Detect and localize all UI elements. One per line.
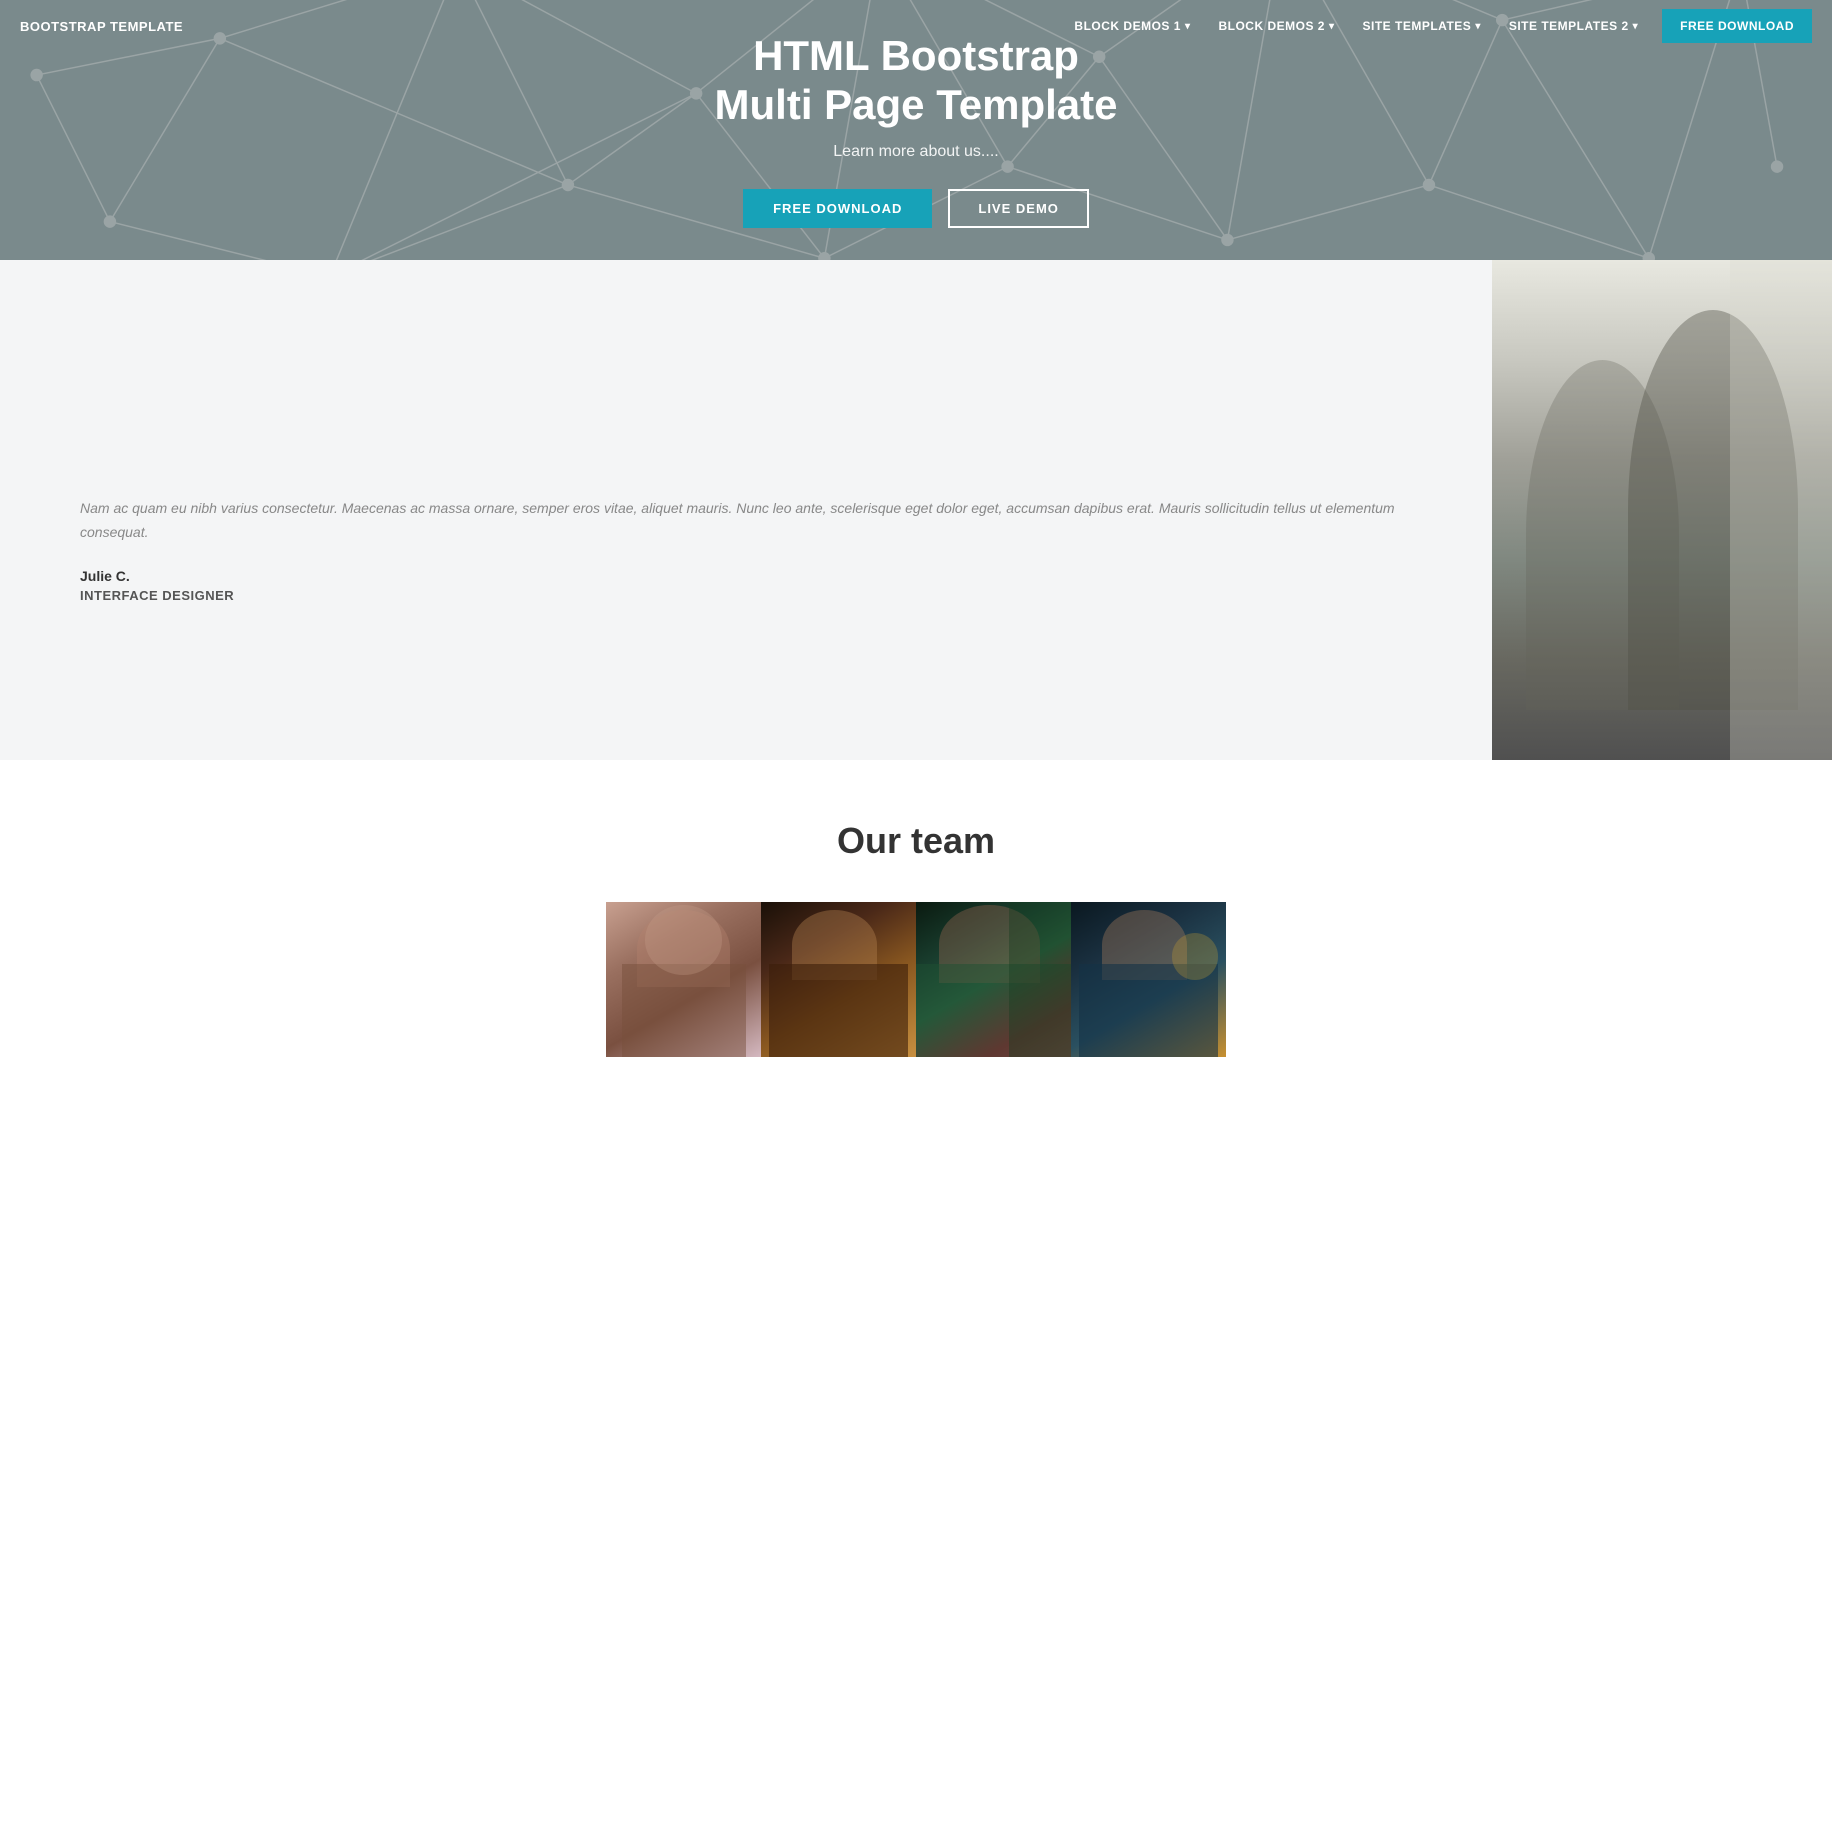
hero-live-demo-button[interactable]: LIVE DEMO: [948, 189, 1089, 228]
hero-buttons: FREE DOWNLOAD LIVE DEMO: [715, 189, 1118, 228]
hero-content: HTML Bootstrap Multi Page Template Learn…: [715, 32, 1118, 228]
team-card-3: [916, 902, 1071, 1057]
team-section: Our team: [0, 760, 1832, 1077]
nav-block-demos-2[interactable]: BLOCK DEMOS 2 ▾: [1206, 11, 1346, 41]
team-photo-4: [1071, 902, 1226, 1057]
hero-subtitle: Learn more about us....: [715, 143, 1118, 161]
hero-free-download-button[interactable]: FREE DOWNLOAD: [743, 189, 932, 228]
testimonial-name: Julie C.: [80, 568, 1432, 584]
team-photo-1: [606, 902, 761, 1057]
nav-site-templates-2[interactable]: SITE TEMPLATES 2 ▾: [1497, 11, 1650, 41]
testimonial-image: [1492, 260, 1832, 760]
nav-site-templates[interactable]: SITE TEMPLATES ▾: [1351, 11, 1493, 41]
chevron-down-icon: ▾: [1633, 21, 1639, 32]
testimonial-role: INTERFACE DESIGNER: [80, 588, 1432, 603]
chevron-down-icon: ▾: [1329, 21, 1335, 32]
team-card-4: [1071, 902, 1226, 1057]
testimonial-section: Nam ac quam eu nibh varius consectetur. …: [0, 260, 1832, 760]
brand-logo[interactable]: BOOTSTRAP TEMPLATE: [20, 19, 183, 34]
team-card-2: [761, 902, 916, 1057]
chevron-down-icon: ▾: [1185, 21, 1191, 32]
nav-block-demos-1[interactable]: BLOCK DEMOS 1 ▾: [1062, 11, 1202, 41]
testimonial-text: Nam ac quam eu nibh varius consectetur. …: [0, 260, 1492, 760]
testimonial-quote: Nam ac quam eu nibh varius consectetur. …: [80, 497, 1432, 545]
nav-free-download-button[interactable]: FREE DOWNLOAD: [1662, 9, 1812, 43]
navigation: BOOTSTRAP TEMPLATE BLOCK DEMOS 1 ▾ BLOCK…: [0, 0, 1832, 52]
chevron-down-icon: ▾: [1475, 21, 1481, 32]
team-photo-2: [761, 902, 916, 1057]
nav-links: BLOCK DEMOS 1 ▾ BLOCK DEMOS 2 ▾ SITE TEM…: [1062, 9, 1812, 43]
team-photo-3: [916, 902, 1071, 1057]
team-title: Our team: [20, 820, 1812, 862]
team-grid: [20, 902, 1812, 1057]
team-card-1: [606, 902, 761, 1057]
